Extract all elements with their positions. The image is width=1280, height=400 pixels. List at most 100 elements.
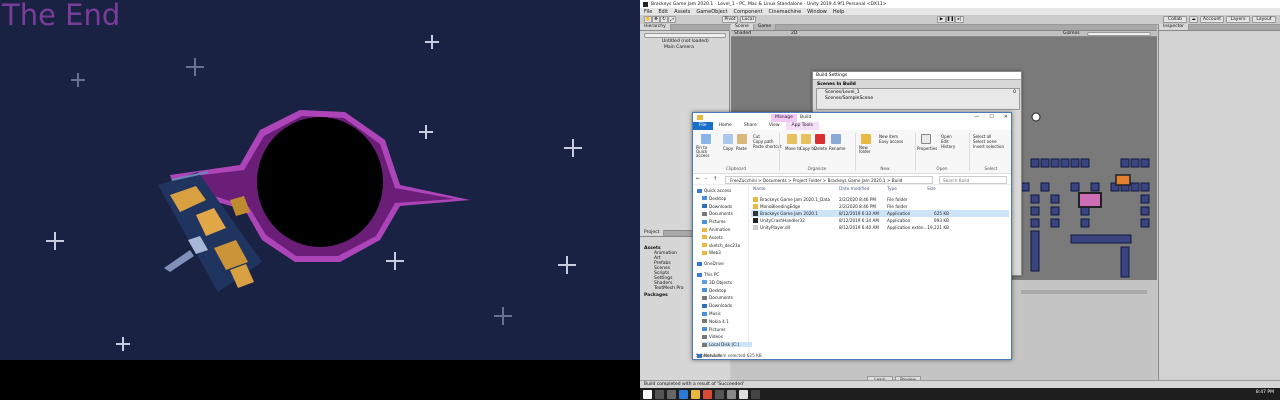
file-row[interactable]: MonoBleedingEdge 2/2/2020 8:46 PM File fol… xyxy=(751,203,1009,210)
nav-item[interactable]: This PC xyxy=(697,272,719,277)
menu-file[interactable]: File xyxy=(644,9,652,15)
nav-item[interactable]: sketch_dec23a xyxy=(702,243,740,248)
nav-item[interactable]: Downloads xyxy=(702,303,732,308)
nav-item[interactable]: Quick access xyxy=(697,188,731,193)
ribbon-tab-file[interactable]: File xyxy=(693,122,713,130)
copy-button[interactable]: Copy xyxy=(723,146,733,151)
pivot-toggle[interactable]: Pivot xyxy=(722,16,738,23)
nav-item[interactable]: Documents xyxy=(702,211,733,216)
menu-window[interactable]: Window xyxy=(807,9,827,15)
invert-selection-button[interactable]: Invert selection xyxy=(973,144,1004,149)
play-button[interactable]: ▶ xyxy=(937,16,946,23)
pin-icon[interactable] xyxy=(701,134,711,144)
paste-button[interactable]: Paste xyxy=(736,146,747,151)
scene-root-item[interactable]: Untitled (not loaded) xyxy=(662,39,709,44)
nav-item[interactable]: Music xyxy=(702,311,721,316)
hand-tool-button[interactable]: ✋ xyxy=(644,16,652,23)
app-icon[interactable] xyxy=(727,389,736,399)
copy-to-icon[interactable] xyxy=(801,134,811,144)
delete-button[interactable]: Delete xyxy=(814,146,827,151)
manage-tab[interactable]: Manage xyxy=(771,114,797,122)
nav-item[interactable]: Downloads xyxy=(702,204,732,209)
windows-start-icon[interactable] xyxy=(643,389,652,399)
rename-icon[interactable] xyxy=(831,134,841,144)
move-tool-button[interactable]: ✥ xyxy=(652,16,660,23)
account-dropdown[interactable]: Account xyxy=(1200,16,1224,23)
ribbon-tab-home[interactable]: Home xyxy=(713,122,738,130)
scene-entry-samplescene[interactable]: Scenes/SampleScene xyxy=(825,96,873,101)
step-button[interactable]: ▸| xyxy=(955,16,964,23)
cloud-icon[interactable]: ☁ xyxy=(1189,16,1198,23)
nav-item[interactable]: Videos xyxy=(702,334,723,339)
scene-search-input[interactable] xyxy=(1087,32,1151,36)
layout-dropdown[interactable]: Layout xyxy=(1252,16,1276,23)
file-row[interactable]: Brackeys Game Jam 2020.1 8/12/2019 6:33 A… xyxy=(751,210,1009,217)
close-icon[interactable]: ✕ xyxy=(1004,114,1008,120)
ribbon-tab-app-tools[interactable]: App Tools xyxy=(785,122,819,130)
address-bar[interactable]: FreeZucchini > Documents > Project Folde… xyxy=(725,176,933,184)
search-build-input[interactable]: Search Build xyxy=(939,176,1007,184)
collab-dropdown[interactable]: Collab xyxy=(1163,16,1187,23)
pin-quick-access-button[interactable]: Pin to Quick access xyxy=(696,146,718,158)
tab-hierarchy[interactable]: Hierarchy xyxy=(640,24,671,30)
task-view-icon[interactable] xyxy=(667,389,676,399)
scale-tool-button[interactable]: ⤢ xyxy=(668,16,676,23)
file-row[interactable]: UnityPlayer.dll 8/12/2019 6:40 AM Applicat… xyxy=(751,224,1009,231)
ribbon-tab-view[interactable]: View xyxy=(763,122,786,130)
search-icon[interactable] xyxy=(655,389,664,399)
history-button[interactable]: History xyxy=(941,144,955,149)
menu-gameobject[interactable]: GameObject xyxy=(696,9,727,15)
hierarchy-search-input[interactable] xyxy=(644,33,726,38)
rename-button[interactable]: Rename xyxy=(829,146,845,151)
properties-icon[interactable] xyxy=(921,134,931,144)
menu-help[interactable]: Help xyxy=(833,9,844,15)
minimize-icon[interactable]: — xyxy=(974,114,979,120)
paste-shortcut-button[interactable]: Paste shortcut xyxy=(753,144,782,149)
tab-inspector[interactable]: Inspector xyxy=(1159,24,1189,30)
maximize-icon[interactable]: ☐ xyxy=(989,114,993,120)
pause-button[interactable]: ❚❚ xyxy=(946,16,955,23)
file-row[interactable]: Brackeys Game Jam 2020.1_Data 2/2/2020 8:… xyxy=(751,196,1009,203)
paste-icon[interactable] xyxy=(737,134,747,144)
move-to-button[interactable]: Move to xyxy=(785,146,801,151)
chrome-icon[interactable] xyxy=(703,389,712,399)
delete-icon[interactable] xyxy=(815,134,825,144)
menu-cinemachine[interactable]: Cinemachine xyxy=(769,9,802,15)
file-explorer-icon[interactable] xyxy=(691,389,700,399)
menu-assets[interactable]: Assets xyxy=(674,9,690,15)
nav-item[interactable]: Documents xyxy=(702,295,733,300)
nav-item[interactable]: 3D Objects xyxy=(702,280,732,285)
move-to-icon[interactable] xyxy=(787,134,797,144)
shading-mode-dropdown[interactable]: Shaded xyxy=(734,31,751,36)
packages-folder[interactable]: Packages xyxy=(644,293,668,298)
easy-access-button[interactable]: Easy access xyxy=(879,139,903,144)
back-arrow-icon[interactable]: ← xyxy=(696,176,700,182)
nav-item[interactable]: Pictures xyxy=(702,219,726,224)
nav-item[interactable]: Web3 xyxy=(702,250,721,255)
2d-toggle[interactable]: 2D xyxy=(791,31,797,36)
ribbon-tab-share[interactable]: Share xyxy=(738,122,763,130)
new-folder-button[interactable]: New folder xyxy=(859,146,877,154)
nav-item[interactable]: Assets xyxy=(702,235,723,240)
menu-component[interactable]: Component xyxy=(734,9,763,15)
store-icon[interactable] xyxy=(715,389,724,399)
nav-item[interactable]: Desktop xyxy=(702,288,726,293)
scene-entry-level-1[interactable]: Scenes/Level_1 xyxy=(825,90,860,95)
local-toggle[interactable]: Local xyxy=(740,16,756,23)
column-size[interactable]: Size xyxy=(927,186,936,193)
up-arrow-icon[interactable]: ↑ xyxy=(713,176,717,182)
new-folder-icon[interactable] xyxy=(861,134,871,144)
unity-taskbar-icon[interactable] xyxy=(739,389,748,399)
layers-dropdown[interactable]: Layers xyxy=(1226,16,1250,23)
nav-item[interactable]: Local Disk (C:) xyxy=(702,342,752,348)
column-date-modified[interactable]: Date modified xyxy=(839,186,869,193)
forward-arrow-icon[interactable]: → xyxy=(703,176,707,182)
column-type[interactable]: Type xyxy=(887,186,897,193)
unity-hub-icon[interactable] xyxy=(751,389,760,399)
file-row[interactable]: UnityCrashHandler32 8/12/2019 6:34 AM Appl… xyxy=(751,217,1009,224)
edge-icon[interactable] xyxy=(679,389,688,399)
column-name[interactable]: Name xyxy=(753,186,766,193)
nav-item[interactable]: Desktop xyxy=(702,196,726,201)
nav-item[interactable]: OneDrive xyxy=(697,261,724,266)
nav-item[interactable]: Animation xyxy=(702,227,730,232)
